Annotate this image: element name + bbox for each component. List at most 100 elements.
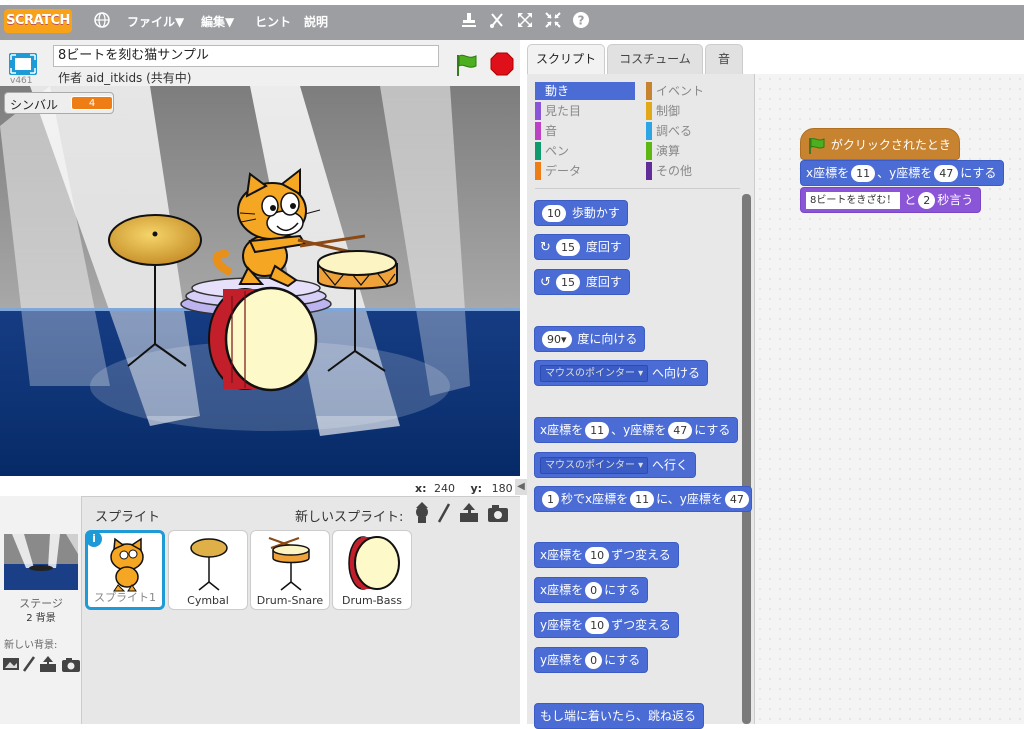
paint-new-sprite-icon[interactable] (437, 503, 451, 523)
y-value[interactable]: 47 (668, 422, 693, 439)
tab-sounds[interactable]: 音 (705, 44, 743, 74)
svg-text:?: ? (578, 14, 585, 28)
stage-thumbnail[interactable] (4, 534, 78, 590)
x-value[interactable]: 11 (851, 165, 876, 182)
new-backdrop-label: 新しい背景: (4, 640, 58, 651)
block-text: x座標を (540, 423, 584, 437)
info-icon[interactable]: i (86, 531, 102, 547)
delete-scissors-icon[interactable] (488, 11, 506, 29)
edit-menu[interactable]: 編集▼ (201, 13, 234, 30)
say-text-input[interactable]: 8ビートをきざむ！ (806, 192, 901, 209)
block-bounce-on-edge[interactable]: もし端に着いたら、跳ね返る (534, 703, 705, 729)
collapse-stage-button[interactable]: ◀ (515, 479, 527, 495)
block-point-in-direction[interactable]: 90▾ 度に向ける (534, 326, 646, 352)
category-data[interactable]: データ (535, 162, 581, 180)
block-go-to[interactable]: マウスのポインター ▾ へ行く (534, 452, 697, 478)
degrees-value[interactable]: 15 (556, 274, 580, 291)
sprite-tile-cat[interactable]: i スプライト1 (85, 530, 165, 610)
seconds-value[interactable]: 2 (918, 192, 936, 209)
script-say-for-secs[interactable]: 8ビートをきざむ！ と 2 秒言う (800, 187, 982, 213)
category-more[interactable]: その他 (646, 162, 692, 180)
mouse-coordinates: x: 240 y: 180 (415, 482, 513, 495)
block-change-y[interactable]: y座標を 10 ずつ変える (534, 612, 679, 638)
category-events[interactable]: イベント (646, 82, 704, 100)
block-text: にする (604, 653, 641, 667)
block-turn-right[interactable]: ↻ 15 度回す (534, 234, 630, 260)
x-change-value[interactable]: 10 (585, 547, 610, 564)
y-label: y: (470, 482, 483, 495)
sprite-tile-cymbal[interactable]: Cymbal (168, 530, 248, 610)
hints-menu[interactable]: ヒント (255, 13, 291, 30)
category-label: 動き (545, 84, 570, 98)
block-text: へ向ける (652, 366, 701, 380)
paint-new-backdrop-icon[interactable] (22, 656, 36, 672)
block-set-y[interactable]: y座標を 0 にする (534, 647, 649, 673)
grow-icon[interactable] (516, 11, 534, 29)
block-go-to-xy[interactable]: x座標を 11 、y座標を 47 にする (534, 417, 739, 443)
camera-backdrop-icon[interactable] (62, 658, 80, 672)
y-value[interactable]: 47 (724, 491, 749, 508)
block-text: x座標を (540, 548, 584, 562)
category-sensing[interactable]: 調べる (646, 122, 692, 140)
file-menu[interactable]: ファイル▼ (127, 13, 184, 30)
y-change-value[interactable]: 10 (585, 617, 610, 634)
backdrop-library-icon[interactable] (3, 658, 19, 670)
duplicate-stamp-icon[interactable] (460, 11, 478, 29)
sprite-name: Drum-Snare (256, 594, 324, 607)
direction-value[interactable]: 90▾ (542, 331, 572, 348)
category-looks[interactable]: 見た目 (535, 102, 581, 120)
camera-sprite-icon[interactable] (488, 505, 508, 522)
steps-value[interactable]: 10 (542, 205, 566, 222)
block-text: y座標を (540, 618, 584, 632)
x-set-value[interactable]: 0 (585, 582, 603, 599)
y-set-value[interactable]: 0 (585, 652, 603, 669)
upload-sprite-icon[interactable] (460, 503, 478, 522)
x-value[interactable]: 11 (630, 491, 655, 508)
tab-costumes[interactable]: コスチューム (607, 44, 703, 74)
sprite-tile-drum-bass[interactable]: Drum-Bass (332, 530, 412, 610)
stop-icon[interactable] (490, 52, 514, 76)
block-move-steps[interactable]: 10 歩動かす (534, 200, 628, 226)
green-flag-icon[interactable] (454, 53, 480, 77)
block-change-x[interactable]: x座標を 10 ずつ変える (534, 542, 679, 568)
block-turn-left[interactable]: ↺ 15 度回す (534, 269, 630, 295)
upload-backdrop-icon[interactable] (40, 656, 56, 672)
about-menu[interactable]: 説明 (304, 13, 328, 30)
shrink-icon[interactable] (544, 11, 562, 29)
monitor-value: 4 (71, 96, 113, 110)
when-flag-clicked-block[interactable]: がクリックされたとき (800, 128, 960, 160)
backdrop-count: 2 背景 (26, 613, 56, 624)
sprite-library-icon[interactable] (416, 502, 428, 523)
target-dropdown[interactable]: マウスのポインター ▾ (540, 457, 649, 474)
help-icon[interactable]: ? (572, 11, 590, 29)
category-operators[interactable]: 演算 (646, 142, 680, 160)
degrees-value[interactable]: 15 (556, 239, 580, 256)
sprites-header: スプライト (95, 510, 161, 525)
block-glide[interactable]: 1 秒でx座標を 11 に、y座標を 47 (534, 486, 752, 512)
block-set-x[interactable]: x座標を 0 にする (534, 577, 649, 603)
target-dropdown[interactable]: マウスのポインター ▾ (540, 365, 649, 382)
stage-canvas[interactable] (0, 86, 520, 476)
project-title-input[interactable]: 8ビートを刻む猫サンプル (53, 45, 439, 67)
category-sound[interactable]: 音 (535, 122, 557, 140)
sprite-tile-drum-snare[interactable]: Drum-Snare (250, 530, 330, 610)
x-value[interactable]: 11 (585, 422, 610, 439)
x-value: 240 (434, 482, 455, 495)
scratch-logo[interactable]: SCRATCH (4, 9, 72, 33)
category-pen[interactable]: ペン (535, 142, 569, 160)
seconds-value[interactable]: 1 (542, 491, 559, 508)
block-point-towards[interactable]: マウスのポインター ▾ へ向ける (534, 360, 709, 386)
category-control[interactable]: 制御 (646, 102, 680, 120)
script-go-to-xy[interactable]: x座標を 11 、y座標を 47 にする (800, 160, 1005, 186)
cymbal-variable-monitor[interactable]: シンバル 4 (4, 92, 114, 114)
presentation-mode-icon[interactable] (8, 52, 38, 76)
y-value[interactable]: 47 (934, 165, 959, 182)
tab-scripts[interactable]: スクリプト (527, 44, 605, 75)
category-label: その他 (656, 164, 693, 178)
top-border (0, 0, 1024, 5)
globe-icon[interactable] (93, 11, 111, 29)
category-motion[interactable]: 動き (535, 82, 635, 100)
green-flag-icon (809, 137, 825, 154)
palette-scrollbar[interactable] (742, 194, 751, 724)
sprite-name: Drum-Bass (341, 594, 402, 607)
